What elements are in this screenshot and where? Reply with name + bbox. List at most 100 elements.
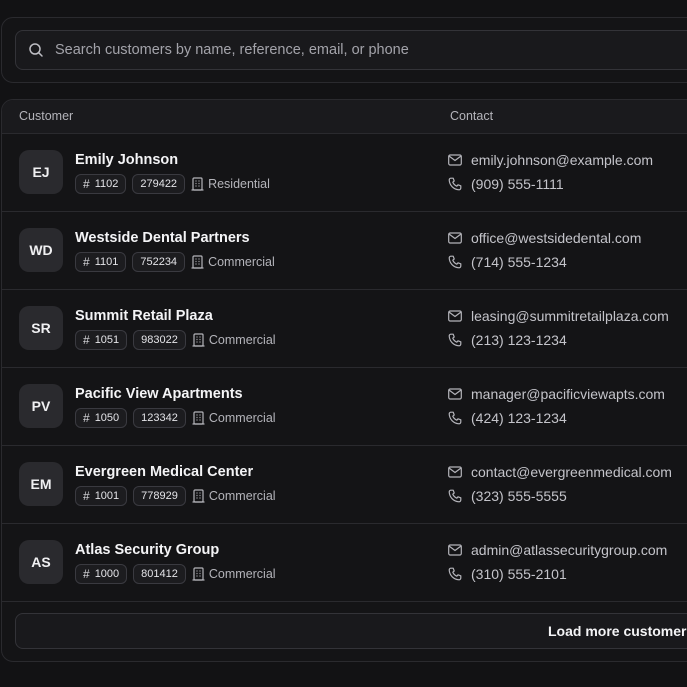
customer-name[interactable]: Evergreen Medical Center <box>75 464 253 480</box>
customer-meta: # 1101 752234 Commercial <box>75 252 275 272</box>
reference-number: 279422 <box>140 178 178 190</box>
building-icon <box>192 567 205 581</box>
phone-icon <box>448 489 462 503</box>
customer-name[interactable]: Emily Johnson <box>75 152 178 168</box>
avatar: PV <box>19 384 63 428</box>
email-text[interactable]: contact@evergreenmedical.com <box>471 464 672 480</box>
phone-text[interactable]: (213) 123-1234 <box>471 332 567 348</box>
phone-icon <box>448 567 462 581</box>
contact-email[interactable]: contact@evergreenmedical.com <box>448 464 672 480</box>
building-icon <box>192 489 205 503</box>
customer-number: 1102 <box>94 178 119 190</box>
contact-phone[interactable]: (714) 555-1234 <box>448 254 567 270</box>
reference-number: 983022 <box>141 334 178 346</box>
phone-text[interactable]: (424) 123-1234 <box>471 410 567 426</box>
customer-type: Commercial <box>191 255 275 269</box>
phone-text[interactable]: (310) 555-2101 <box>471 566 567 582</box>
customer-meta: # 1102 279422 Residential <box>75 174 270 194</box>
search-box[interactable] <box>15 30 687 70</box>
email-text[interactable]: office@westsidedental.com <box>471 230 641 246</box>
reference-number: 752234 <box>140 256 178 268</box>
phone-icon <box>448 255 462 269</box>
customer-number: 1050 <box>94 412 120 424</box>
column-header-contact: Contact <box>450 109 494 123</box>
mail-icon <box>448 466 462 478</box>
search-input[interactable] <box>53 41 657 59</box>
table-body: EJ Emily Johnson # 1102 279422 Residenti… <box>2 134 687 602</box>
building-icon <box>191 255 204 269</box>
customer-name[interactable]: Summit Retail Plaza <box>75 308 213 324</box>
customer-number: 1000 <box>94 568 120 580</box>
load-more-button[interactable]: Load more customers <box>15 613 687 649</box>
contact-email[interactable]: leasing@summitretailplaza.com <box>448 308 669 324</box>
customer-meta: # 1050 123342 Commercial <box>75 408 276 428</box>
avatar: AS <box>19 540 63 584</box>
customer-number: 1051 <box>94 334 120 346</box>
email-text[interactable]: manager@pacificviewapts.com <box>471 386 665 402</box>
customer-type-label: Residential <box>208 177 270 191</box>
hash-icon: # <box>83 489 90 503</box>
reference-chip: 279422 <box>132 174 186 194</box>
customer-number-chip: # 1050 <box>75 408 128 428</box>
mail-icon <box>448 310 462 322</box>
mail-icon <box>448 232 462 244</box>
table-header: Customer Contact <box>2 100 687 134</box>
reference-chip: 752234 <box>132 252 186 272</box>
email-text[interactable]: admin@atlassecuritygroup.com <box>471 542 667 558</box>
avatar: EM <box>19 462 63 506</box>
customer-number-chip: # 1001 <box>75 486 128 506</box>
contact-email[interactable]: manager@pacificviewapts.com <box>448 386 665 402</box>
contact-phone[interactable]: (310) 555-2101 <box>448 566 567 582</box>
mail-icon <box>448 154 462 166</box>
customer-name[interactable]: Pacific View Apartments <box>75 386 243 402</box>
search-panel <box>1 17 687 83</box>
email-text[interactable]: emily.johnson@example.com <box>471 152 653 168</box>
building-icon <box>191 177 204 191</box>
hash-icon: # <box>83 333 90 347</box>
customer-meta: # 1051 983022 Commercial <box>75 330 276 350</box>
table-row[interactable]: WD Westside Dental Partners # 1101 75223… <box>2 212 687 290</box>
contact-email[interactable]: emily.johnson@example.com <box>448 152 653 168</box>
table-row[interactable]: EJ Emily Johnson # 1102 279422 Residenti… <box>2 134 687 212</box>
customer-number-chip: # 1101 <box>75 252 127 272</box>
column-header-customer: Customer <box>19 109 74 123</box>
reference-chip: 123342 <box>133 408 186 428</box>
email-text[interactable]: leasing@summitretailplaza.com <box>471 308 669 324</box>
customer-type-label: Commercial <box>208 567 276 581</box>
avatar: WD <box>19 228 63 272</box>
contact-email[interactable]: admin@atlassecuritygroup.com <box>448 542 667 558</box>
reference-number: 778929 <box>141 490 178 502</box>
table-row[interactable]: SR Summit Retail Plaza # 1051 983022 Com… <box>2 290 687 368</box>
avatar: EJ <box>19 150 63 194</box>
customer-type: Commercial <box>192 333 276 347</box>
building-icon <box>192 333 205 347</box>
table-row[interactable]: AS Atlas Security Group # 1000 801412 Co… <box>2 524 687 602</box>
customer-number-chip: # 1000 <box>75 564 128 584</box>
contact-phone[interactable]: (909) 555-1111 <box>448 176 564 192</box>
search-icon <box>29 43 43 57</box>
avatar: SR <box>19 306 63 350</box>
phone-text[interactable]: (909) 555-1111 <box>471 176 564 192</box>
phone-icon <box>448 177 462 191</box>
hash-icon: # <box>83 255 90 269</box>
hash-icon: # <box>83 411 90 425</box>
reference-chip: 983022 <box>133 330 186 350</box>
contact-phone[interactable]: (424) 123-1234 <box>448 410 567 426</box>
customer-type: Commercial <box>192 489 276 503</box>
table-row[interactable]: EM Evergreen Medical Center # 1001 77892… <box>2 446 687 524</box>
phone-icon <box>448 411 462 425</box>
reference-number: 123342 <box>141 412 178 424</box>
contact-phone[interactable]: (213) 123-1234 <box>448 332 567 348</box>
contact-phone[interactable]: (323) 555-5555 <box>448 488 567 504</box>
mail-icon <box>448 388 462 400</box>
table-row[interactable]: PV Pacific View Apartments # 1050 123342… <box>2 368 687 446</box>
customer-name[interactable]: Atlas Security Group <box>75 542 219 558</box>
customer-number: 1101 <box>94 256 119 268</box>
customer-type-label: Commercial <box>208 333 276 347</box>
contact-email[interactable]: office@westsidedental.com <box>448 230 641 246</box>
phone-icon <box>448 333 462 347</box>
reference-chip: 778929 <box>133 486 186 506</box>
phone-text[interactable]: (714) 555-1234 <box>471 254 567 270</box>
customer-name[interactable]: Westside Dental Partners <box>75 230 250 246</box>
phone-text[interactable]: (323) 555-5555 <box>471 488 567 504</box>
